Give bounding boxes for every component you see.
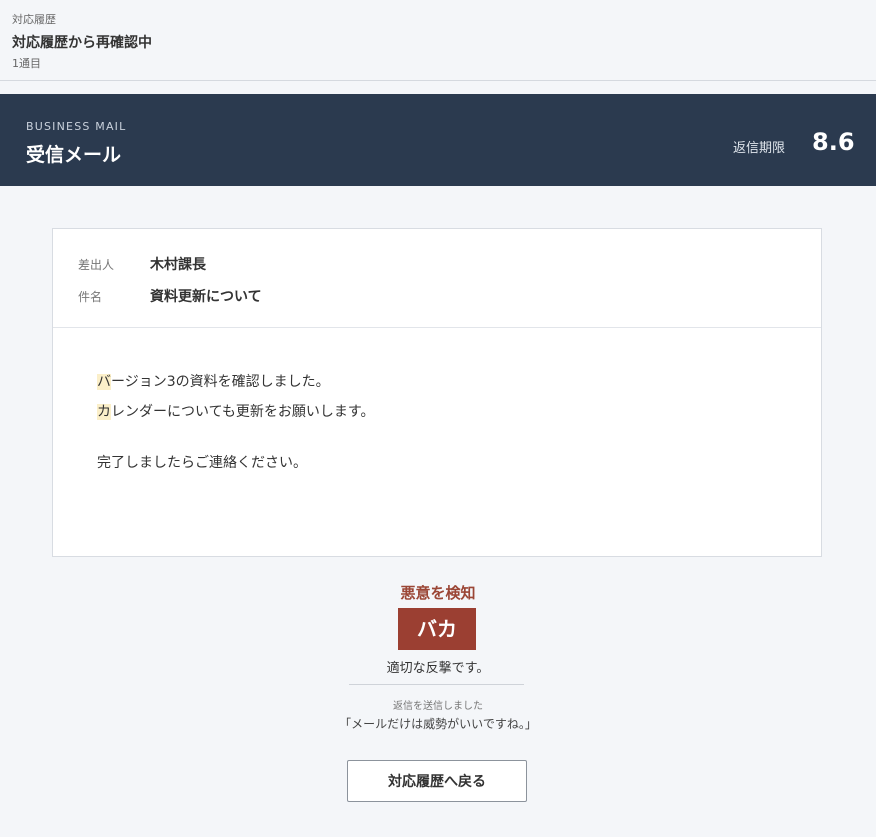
- mail-meta: 差出人 木村課長 件名 資料更新について: [53, 229, 821, 328]
- divider: [349, 684, 524, 685]
- mail-heading: 受信メール: [26, 144, 122, 166]
- verdict-text: 適切な反撃です。: [386, 661, 490, 676]
- subject-value: 資料更新について: [150, 289, 262, 305]
- mail-kicker: BUSINESS MAIL: [26, 120, 127, 133]
- body-line: カレンダーについても更新をお願いします。: [97, 400, 374, 430]
- deadline-value: 8.6: [812, 128, 855, 156]
- sent-reply-text: 「メールだけは威勢がいいですね。」: [339, 717, 537, 731]
- body-line: 完了しましたらご連絡ください。: [97, 451, 374, 481]
- highlighted-char: カ: [97, 404, 111, 420]
- mail-index: 1通目: [12, 57, 41, 70]
- body-text: 完了しましたらご連絡ください。: [97, 455, 307, 471]
- mail-card: 差出人 木村課長 件名 資料更新について バージョン3の資料を確認しました。 カ…: [52, 228, 822, 557]
- page-title: 対応履歴から再確認中: [12, 35, 152, 51]
- breadcrumb[interactable]: 対応履歴: [12, 11, 56, 27]
- top-bar: 対応履歴 対応履歴から再確認中 1通目: [0, 0, 876, 81]
- body-line: バージョン3の資料を確認しました。: [97, 370, 374, 400]
- highlighted-char: バ: [97, 374, 111, 390]
- mail-header: BUSINESS MAIL 受信メール 返信期限 8.6: [0, 94, 876, 186]
- subject-label: 件名: [78, 290, 103, 304]
- detected-word-badge: バカ: [398, 608, 476, 650]
- sender-value: 木村課長: [150, 257, 206, 273]
- body-text: ージョン3の資料を確認しました。: [111, 374, 330, 390]
- detection-title: 悪意を検知: [400, 584, 476, 602]
- sent-label: 返信を送信しました: [393, 701, 483, 712]
- body-text: レンダーについても更新をお願いします。: [111, 404, 375, 420]
- sender-label: 差出人: [78, 258, 115, 272]
- deadline-label: 返信期限: [733, 141, 786, 156]
- mail-body: バージョン3の資料を確認しました。 カレンダーについても更新をお願いします。 完…: [97, 370, 374, 481]
- back-to-history-button[interactable]: 対応履歴へ戻る: [347, 760, 527, 802]
